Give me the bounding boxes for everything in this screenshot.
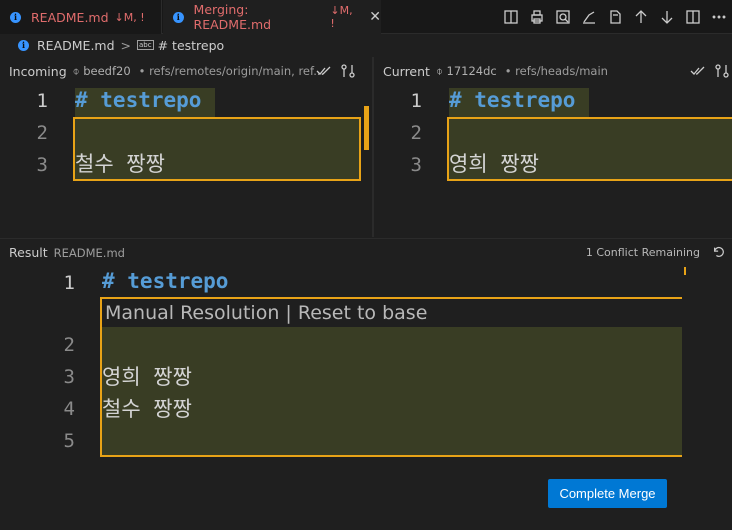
tab-readme[interactable]: i README.md ↓M, ! [0,0,162,34]
open-changes-icon[interactable] [498,4,524,30]
current-commit-hash[interactable]: ⌽ 17124dc [436,64,497,79]
incoming-ref: • refs/remotes/origin/main, ref... [138,64,325,78]
open-file-icon[interactable] [602,4,628,30]
code-line: # testrepo [102,269,229,293]
incoming-hash-text: beedf20 [83,63,131,78]
scrollbar-conflict-marker[interactable] [684,267,686,275]
complete-merge-button[interactable]: Complete Merge [548,479,667,508]
breadcrumb-file[interactable]: README.md [37,38,115,53]
line-number: 3 [63,366,75,388]
accept-all-icon[interactable] [316,63,332,79]
incoming-label: Incoming [9,63,67,79]
editor-toolbar [498,0,732,34]
accept-all-icon[interactable] [690,63,706,79]
split-editor-icon[interactable] [680,4,706,30]
info-icon: i [10,11,21,23]
breadcrumb-symbol[interactable]: # testrepo [158,38,225,53]
search-preview-icon[interactable] [550,4,576,30]
codelens-separator: | [285,302,292,324]
code-line: 철수 짱짱 [102,397,192,421]
arrow-up-icon[interactable] [628,4,654,30]
info-icon: i [18,39,29,51]
current-header: Current ⌽ 17124dc • refs/heads/main [374,57,732,85]
reset-to-base-link[interactable]: Reset to base [298,302,428,324]
result-file: README.md [53,245,125,260]
line-number: 2 [63,334,75,356]
result-label: Result [9,245,48,260]
conflict-region [447,117,732,181]
tab-status: ↓M, ! [114,10,145,24]
line-number: 2 [36,122,48,144]
code-line: # testrepo [75,88,216,118]
conflicts-remaining[interactable]: 1 Conflict Remaining [586,246,700,259]
current-ref: • refs/heads/main [504,64,608,78]
line-number: 5 [63,430,75,452]
compare-icon[interactable] [714,63,730,79]
current-actions [690,63,730,79]
close-icon[interactable]: ✕ [369,9,381,25]
conflict-region [73,117,361,181]
arrow-down-icon[interactable] [654,4,680,30]
incoming-editor[interactable]: 1 2 3 # testrepo 철수 짱짱 [0,86,372,236]
manual-resolution-link[interactable]: Manual Resolution [105,302,279,324]
more-actions-icon[interactable] [706,4,732,30]
codelens: Manual Resolution | Reset to base [105,302,427,324]
current-hash-text: 17124dc [446,63,497,78]
breadcrumb: i README.md > abc # testrepo [0,34,732,56]
commit-icon: ⌽ [435,63,447,78]
compare-icon[interactable] [340,63,356,79]
tab-title: Merging: README.md [193,2,272,32]
code-line: 영희 짱짱 [102,365,192,389]
line-number: 1 [63,272,75,294]
code-line: # testrepo [449,88,590,118]
incoming-header: Incoming ⌽ beedf20 • refs/remotes/origin… [0,57,372,85]
commit-icon: ⌽ [72,63,84,78]
line-number: 1 [410,90,422,112]
current-editor[interactable]: 1 2 3 # testrepo 영희 짱짱 [374,86,732,236]
line-number: 4 [63,398,75,420]
chart-icon[interactable] [576,4,602,30]
line-number: 2 [410,122,422,144]
reset-result-icon[interactable] [712,245,726,262]
print-icon[interactable] [524,4,550,30]
breadcrumb-separator: > [120,37,132,53]
incoming-commit-hash[interactable]: ⌽ beedf20 [73,64,131,79]
incoming-actions [316,63,356,79]
code-line-highlight [102,327,682,455]
line-number: 1 [36,90,48,112]
result-header: Result README.md 1 Conflict Remaining [0,238,732,266]
current-label: Current [383,63,430,79]
result-editor[interactable]: 1 # testrepo Manual Resolution | Reset t… [0,267,700,467]
tab-status: ↓M, ! [330,4,353,30]
tab-bar: i README.md ↓M, ! i Merging: README.md ↓… [0,0,732,34]
line-number: 3 [36,154,48,176]
tab-title: README.md [31,9,109,25]
tab-merging-readme[interactable]: i Merging: README.md ↓M, ! ✕ [163,0,381,34]
symbol-string-icon: abc [137,40,154,50]
scrollbar-conflict-marker[interactable] [364,106,369,150]
info-icon: i [173,11,184,23]
line-number: 3 [410,154,422,176]
